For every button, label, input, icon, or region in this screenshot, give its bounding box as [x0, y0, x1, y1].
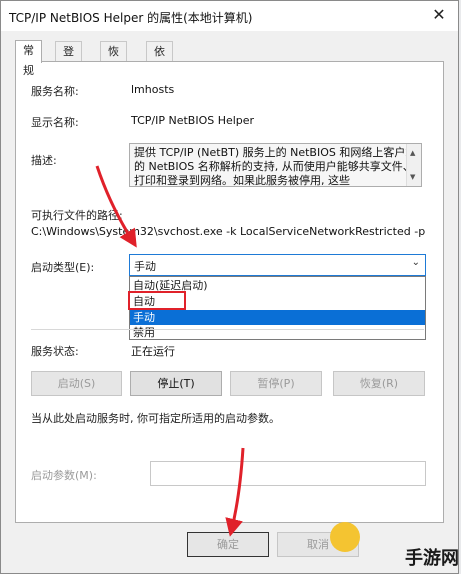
- arrow-to-startup-type: [95, 165, 137, 248]
- watermark-text: 手游网: [405, 548, 459, 569]
- annotation-arrows: [95, 165, 245, 537]
- watermark-logo-icon: [330, 522, 360, 552]
- arrow-to-ok: [225, 447, 245, 537]
- tab-general[interactable]: 常规: [15, 40, 42, 77]
